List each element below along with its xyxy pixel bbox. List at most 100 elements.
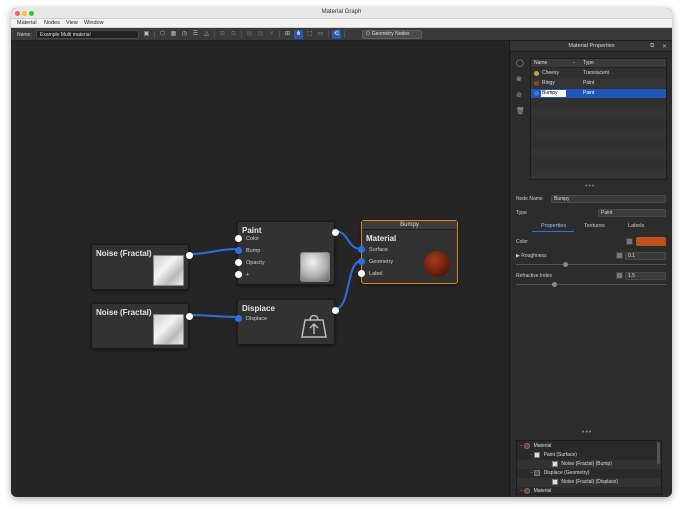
output-port[interactable] [186,252,193,259]
distribute-icon[interactable]: ✕ [267,30,276,39]
paste-icon[interactable]: ⧉ [229,30,238,39]
geometry-nodes-button[interactable]: ⬡ Geometry Nodes [362,30,422,39]
add-input-port[interactable] [235,271,242,278]
column-header-type[interactable]: Type [583,59,594,68]
tree-item[interactable]: Noise (Fractal) (Bump) [517,460,661,469]
toolbar-separator [344,31,345,38]
type-select[interactable]: Paint [598,209,666,217]
save-icon[interactable]: ▣ [142,30,151,39]
roughness-label[interactable]: ▶ Roughness [516,253,547,259]
table-header: Name ⌃ Type [531,59,666,68]
tree-item[interactable]: – Displace (Geometry) [517,469,661,478]
menu-nodes[interactable]: Nodes [44,20,60,26]
duplicate-material-icon[interactable]: ⊗ [516,75,522,83]
table-row[interactable]: Cheesy Translucent [531,69,666,78]
copy-icon[interactable]: ⧉ [218,30,227,39]
texture-toggle-icon[interactable] [616,272,623,279]
material-icon [524,487,531,494]
paint-node[interactable]: Paint Color Bump Opacity + [235,221,339,285]
output-port[interactable] [332,229,339,236]
menu-window[interactable]: Window [84,20,104,26]
material-name-edit[interactable]: Bumpy [541,90,566,97]
roughness-field[interactable]: 0.1 [625,252,666,260]
color-input-port[interactable] [235,235,242,242]
label-input-port[interactable] [358,270,365,277]
wire-noise-to-displace [188,314,238,318]
displace-icon [301,314,327,338]
graph-view-icon[interactable]: ⋔ [294,30,303,39]
roughness-slider-handle[interactable] [563,262,568,267]
material-type: Paint [583,80,595,86]
shape-icon[interactable]: ⬡ [158,30,167,39]
menu-view[interactable]: View [66,20,78,26]
output-port[interactable] [186,313,193,320]
tree-scrollbar[interactable] [657,442,660,464]
displace-input-port[interactable] [235,315,242,322]
close-panel-icon[interactable]: ✕ [662,43,667,50]
align-center-icon[interactable]: ▤ [256,30,265,39]
port-label: Geometry [369,259,394,265]
color-label: Color [516,239,528,245]
tree-item-label: Displace (Geometry) [543,470,590,476]
tree-item[interactable]: Noise (Fractal) (Displace) [517,478,661,487]
tree-item-label: Material [533,488,552,494]
warning-icon[interactable]: △ [202,30,211,39]
refractive-slider-track[interactable] [516,284,666,285]
table-row[interactable]: Ringy Paint [531,79,666,88]
opacity-input-port[interactable] [235,259,242,266]
toolbar-separator [214,31,215,38]
tab-labels[interactable]: Labels [628,223,644,229]
clock-icon[interactable]: ◷ [180,30,189,39]
refractive-index-field[interactable]: 1.5 [625,272,666,280]
texture-toggle-icon[interactable] [626,238,633,245]
layout-icon[interactable]: ⊞ [283,30,292,39]
add-material-icon[interactable]: ◯ [516,59,524,67]
trash-icon[interactable]: 🗑 [516,107,525,115]
tab-textures[interactable]: Textures [584,223,605,229]
material-icon [524,442,531,449]
resize-handle[interactable]: ••• [585,183,595,190]
roughness-slider-track[interactable] [516,264,666,265]
refractive-slider-handle[interactable] [552,282,557,287]
connections-icon[interactable]: ⋲ [332,30,341,39]
table-row-selected[interactable]: Bumpy Paint [531,89,666,98]
tree-item[interactable]: – Paint (Surface) [517,451,661,460]
noise-icon [552,460,558,467]
node-title: Displace [242,304,275,313]
noise-fractal-node-1[interactable]: Noise (Fractal) [91,244,193,290]
frame-icon[interactable]: ⬚ [305,30,314,39]
sort-ascending-icon[interactable]: ⌃ [572,59,575,68]
column-header-name[interactable]: Name [534,59,547,68]
resize-handle[interactable]: ••• [582,429,592,436]
tab-properties[interactable]: Properties [541,223,566,229]
texture-toggle-icon[interactable] [616,252,623,259]
tree-item[interactable]: – Material [517,442,661,451]
sliders-icon[interactable]: ☰ [191,30,200,39]
panel-icon[interactable]: ▭ [316,30,325,39]
node-name-field[interactable]: Bumpy [551,195,666,203]
output-port[interactable] [332,307,339,314]
empty-row [531,169,666,178]
tree-item[interactable]: – Material [517,487,661,494]
material-name-field[interactable]: Example Multi material [36,30,139,39]
toolbar-separator [279,31,280,38]
menu-material[interactable]: Material [17,20,37,26]
node-title: Noise (Fractal) [96,249,152,258]
noise-fractal-node-2[interactable]: Noise (Fractal) [91,303,193,349]
bump-input-port[interactable] [235,247,242,254]
align-left-icon[interactable]: ▤ [245,30,254,39]
displace-node[interactable]: Displace Displace [235,299,339,345]
material-swatch [534,91,539,96]
link-material-icon[interactable]: ⊘ [516,91,522,99]
menu-bar: Material Nodes View Window [11,19,672,28]
material-node[interactable]: Bumpy Material Surface Geometry Label [358,220,458,284]
grid-icon[interactable]: ▦ [169,30,178,39]
geometry-input-port[interactable] [358,258,365,265]
color-swatch[interactable] [636,237,666,246]
app-window: Material Graph Material Nodes View Windo… [11,8,672,497]
detach-icon[interactable]: ⧉ [650,43,654,50]
node-graph-canvas[interactable]: Noise (Fractal) Noise (Fractal) Paint Co… [11,41,509,497]
noise-icon [552,478,558,485]
active-tab-underline [532,231,574,232]
surface-input-port[interactable] [358,246,365,253]
